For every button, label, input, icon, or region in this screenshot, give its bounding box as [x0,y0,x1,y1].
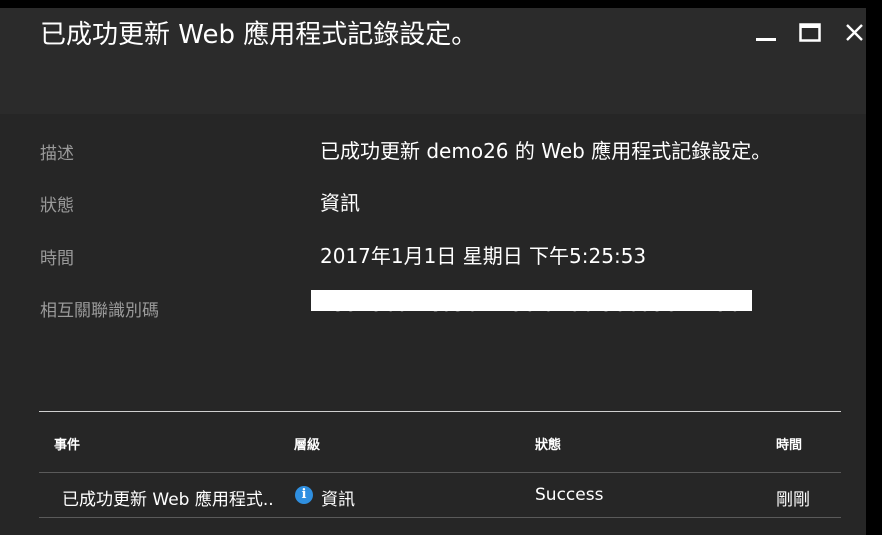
window-edge [866,0,882,535]
time-label: 時間 [40,249,74,269]
redaction-box [311,290,752,311]
level-cell: 資訊 [321,490,355,510]
title-bar: 已成功更新 Web 應用程式記錄設定。 [0,8,866,114]
notification-details-window: 已成功更新 Web 應用程式記錄設定。 描述 已成功更新 demo26 的 We… [0,0,866,535]
row-divider [39,517,841,518]
correlation-id-label: 相互關聯識別碼 [40,301,159,321]
header-divider [39,472,841,473]
maximize-button[interactable] [795,18,825,48]
description-label: 描述 [40,144,74,164]
status-cell: Success [535,485,604,505]
column-header-level[interactable]: 層級 [294,434,320,453]
time-value: 2017年1月1日 星期日 下午5:25:53 [320,244,647,268]
minimize-icon [756,38,776,41]
column-header-status[interactable]: 狀態 [535,434,561,453]
time-cell: 剛剛 [776,490,810,510]
minimize-button[interactable] [751,18,781,48]
table-top-divider [39,411,841,412]
column-header-event[interactable]: 事件 [54,434,80,453]
status-value: 資訊 [320,191,360,215]
description-value: 已成功更新 demo26 的 Web 應用程式記錄設定。 [320,139,772,163]
window-title: 已成功更新 Web 應用程式記錄設定。 [40,20,478,50]
status-label: 狀態 [40,196,74,216]
info-icon: i [295,486,313,504]
maximize-icon [799,23,821,42]
event-cell: 已成功更新 Web 應用程式.. [62,490,274,510]
column-header-time[interactable]: 時間 [776,434,802,453]
